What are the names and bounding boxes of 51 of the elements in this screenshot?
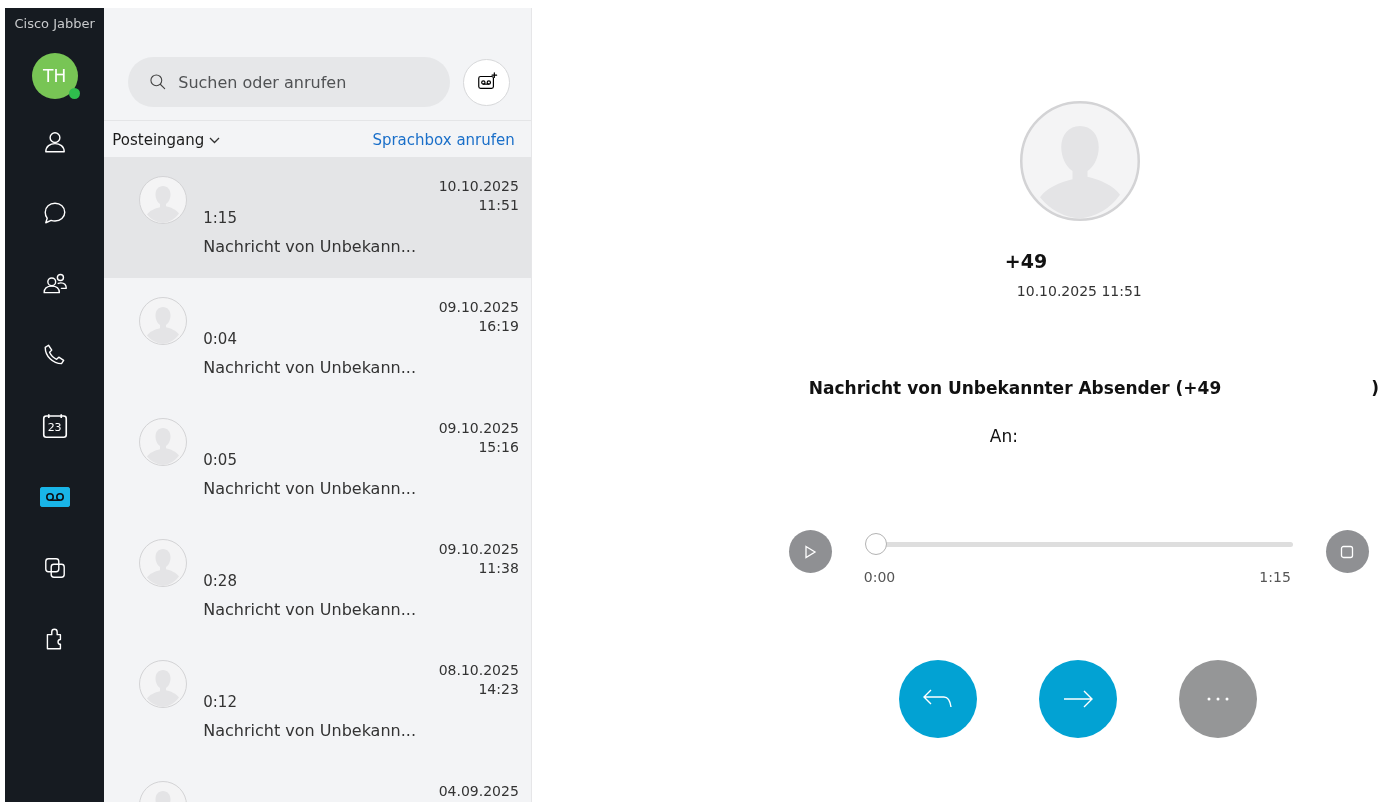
avatar-placeholder-icon [139,176,188,224]
message-title: Nachricht von Unbekann... [203,358,417,377]
folder-dropdown[interactable]: Posteingang [112,131,221,149]
voicemail-list-item[interactable]: 04.09.2025 [104,762,531,802]
call-voicemail-link[interactable]: Sprachbox anrufen [372,131,515,149]
message-title: Nachricht von Unbekann... [203,479,417,498]
message-date: 09.10.2025 [438,420,519,436]
avatar-placeholder-icon [139,418,188,466]
elapsed-time: 0:00 [863,569,896,585]
subject-closing-parenthesis: ) [1371,378,1379,398]
message-time: 14:23 [478,681,519,697]
message-time: 11:38 [478,560,519,576]
voicemail-list-item[interactable]: 0:28 Nachricht von Unbekann... 09.10.2025 11:38 [104,520,531,641]
message-date: 10.10.2025 [438,178,519,194]
message-datetime: 10.10.2025 11:51 [1016,283,1142,299]
chevron-down-icon [209,136,221,144]
message-time: 15:16 [478,439,519,455]
total-time: 1:15 [1259,569,1291,585]
voicemail-icon [39,486,70,507]
stop-button[interactable] [1325,530,1369,573]
voicemail-list-item[interactable]: 1:15 Nachricht von Unbekann... 10.10.2025 11:51 [104,157,531,278]
voicemail-list-item[interactable]: 0:04 Nachricht von Unbekann... 09.10.2025 16:19 [104,278,531,399]
more-dots-icon [1206,697,1229,701]
message-title: Nachricht von Unbekann... [203,237,417,256]
message-title: Nachricht von Unbekann... [203,600,417,619]
message-time: 16:19 [478,318,519,334]
message-date: 09.10.2025 [438,299,519,315]
voicemail-list-item[interactable]: 0:05 Nachricht von Unbekann... 09.10.2025 15:16 [104,399,531,520]
recipient-label: An: [989,426,1018,446]
message-duration: 0:05 [203,451,238,469]
message-duration: 0:12 [203,693,238,711]
message-date: 04.09.2025 [438,783,519,799]
playback-slider[interactable] [864,533,1293,555]
message-subject: Nachricht von Unbekannter Absender (+49 [808,378,1222,398]
nav-button[interactable]: 23 [31,403,78,448]
search-field[interactable]: Suchen oder anrufen [128,57,451,107]
avatar-placeholder-icon [139,297,188,345]
stop-icon [1340,544,1355,559]
avatar-placeholder-icon [139,539,188,587]
app-title: Cisco Jabber [14,16,95,31]
voicemail-list-item[interactable]: 0:12 Nachricht von Unbekann... 08.10.2025 14:23 [104,641,531,762]
message-duration: 0:28 [203,572,238,590]
message-title: Nachricht von Unbekann... [203,721,417,740]
avatar-placeholder-icon [139,660,188,708]
play-button[interactable] [788,530,832,573]
message-duration: 0:04 [203,330,238,348]
message-date: 08.10.2025 [438,662,519,678]
message-duration: 1:15 [203,209,238,227]
message-time: 11:51 [478,197,519,213]
caller-number: +49 [1004,250,1048,272]
message-date: 09.10.2025 [438,541,519,557]
